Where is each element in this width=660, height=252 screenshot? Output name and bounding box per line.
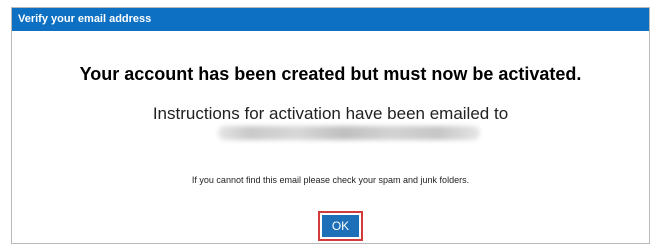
spam-folder-note: If you cannot find this email please che… (191, 175, 470, 185)
activation-instructions: Instructions for activation have been em… (152, 104, 509, 123)
redacted-email-address (218, 126, 480, 140)
account-created-headline: Your account has been created but must n… (79, 64, 582, 84)
dialog-title: Verify your email address (12, 8, 649, 31)
verify-email-dialog: Verify your email address Your account h… (11, 7, 650, 244)
ok-button-focus-ring: OK (318, 211, 363, 241)
ok-button[interactable]: OK (322, 215, 359, 237)
